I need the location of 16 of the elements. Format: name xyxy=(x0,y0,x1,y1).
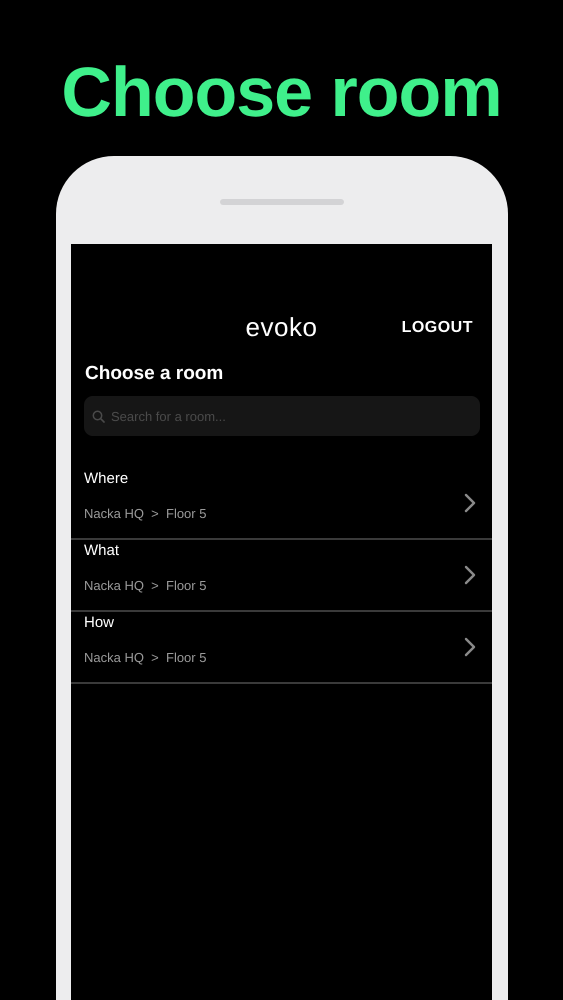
app-logo: evoko xyxy=(246,312,318,343)
room-location: Nacka HQ > Floor 5 xyxy=(84,650,206,666)
room-list-item[interactable]: What Nacka HQ > Floor 5 xyxy=(71,540,492,612)
chevron-right-icon xyxy=(464,493,476,513)
room-location: Nacka HQ > Floor 5 xyxy=(84,578,206,594)
room-location: Nacka HQ > Floor 5 xyxy=(84,506,206,522)
headline: Choose room xyxy=(61,52,502,132)
room-list-item[interactable]: How Nacka HQ > Floor 5 xyxy=(71,612,492,684)
section-title: Choose a room xyxy=(85,362,224,386)
chevron-right-icon xyxy=(464,565,476,585)
room-list-item[interactable]: Where Nacka HQ > Floor 5 xyxy=(71,468,492,540)
room-name: How xyxy=(84,614,114,632)
chevron-right-icon xyxy=(464,637,476,657)
room-name: Where xyxy=(84,470,128,488)
room-name: What xyxy=(84,542,120,560)
logout-button[interactable]: LOGOUT xyxy=(402,318,473,336)
